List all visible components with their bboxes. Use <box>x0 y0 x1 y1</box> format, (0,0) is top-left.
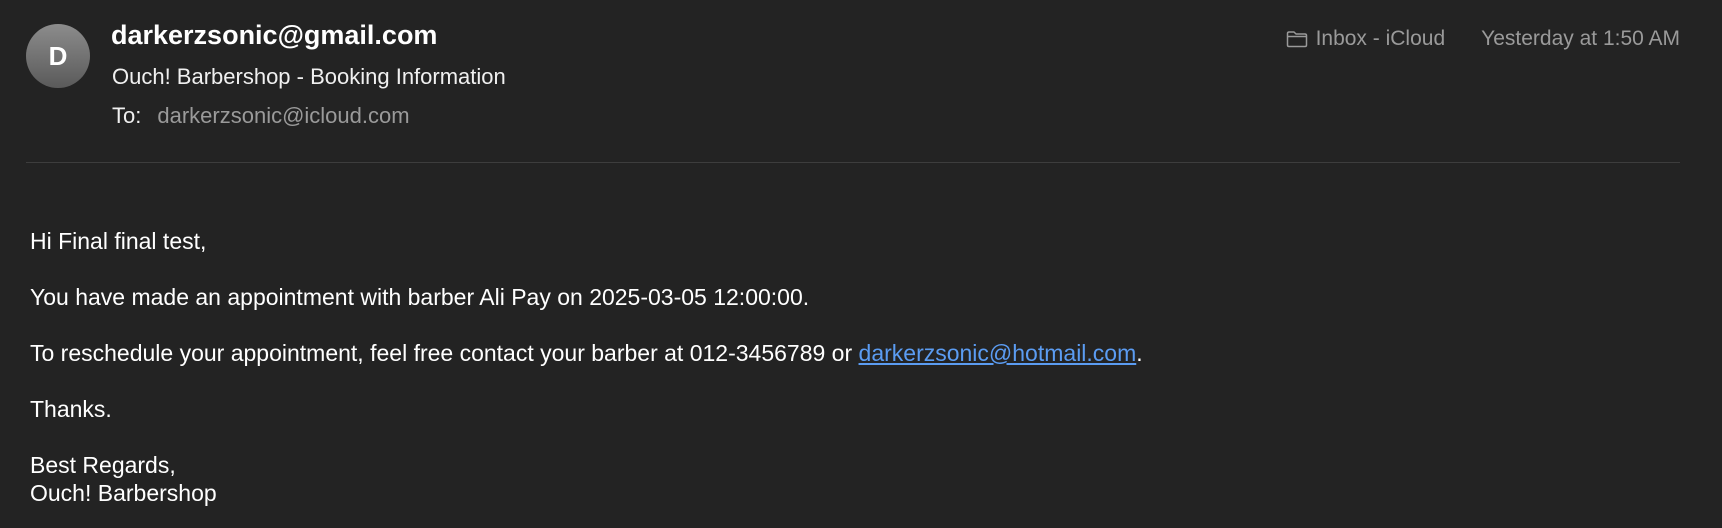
subject: Ouch! Barbershop - Booking Information <box>112 64 506 89</box>
message-date: Yesterday at 1:50 AM <box>1481 27 1680 50</box>
thanks-text: Thanks. <box>30 396 112 422</box>
folder-icon <box>1286 31 1307 48</box>
to-label: To: <box>112 103 142 128</box>
avatar[interactable]: D <box>26 24 90 88</box>
regards-text: Best Regards, <box>30 452 176 478</box>
greeting: Hi Final final test, <box>30 228 207 254</box>
message-header: D darkerzsonic@gmail.com Ouch! Barbersho… <box>0 0 1722 165</box>
recipient-address[interactable]: darkerzsonic@icloud.com <box>157 103 409 129</box>
mailbox-label: Inbox - iCloud <box>1315 27 1446 50</box>
signature-text: Ouch! Barbershop <box>30 480 217 506</box>
reschedule-suffix: . <box>1136 340 1143 366</box>
sender-address[interactable]: darkerzsonic@gmail.com <box>111 20 437 51</box>
avatar-initial: D <box>48 40 68 71</box>
message-body: Hi Final final test, You have made an ap… <box>30 227 1143 507</box>
reschedule-text: To reschedule your appointment, feel fre… <box>30 339 1143 367</box>
message-meta: Inbox - iCloud Yesterday at 1:50 AM <box>1286 27 1680 51</box>
mailbox-location[interactable]: Inbox - iCloud <box>1286 27 1446 51</box>
barber-email-link[interactable]: darkerzsonic@hotmail.com <box>859 340 1137 366</box>
header-divider <box>26 162 1680 163</box>
reschedule-prefix: To reschedule your appointment, feel fre… <box>30 340 859 366</box>
recipient-row: To: darkerzsonic@icloud.com <box>112 103 410 129</box>
appointment-text: You have made an appointment with barber… <box>30 284 810 310</box>
